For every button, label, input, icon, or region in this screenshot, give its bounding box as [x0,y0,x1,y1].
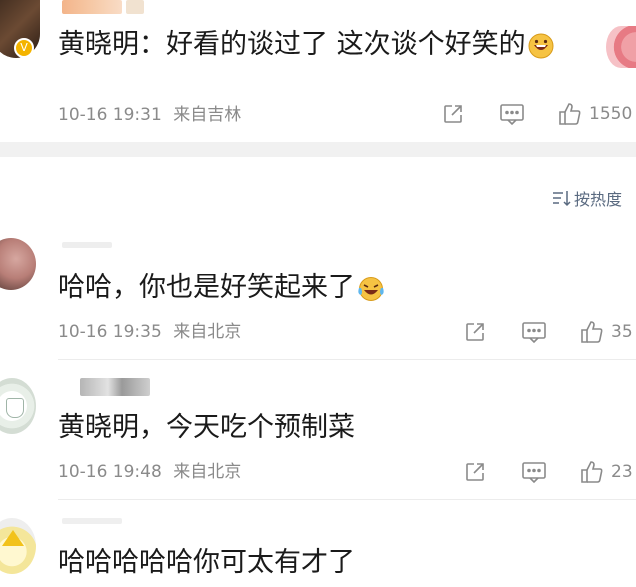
crown-icon [2,530,24,546]
comment-text: 黄晓明：好看的谈过了 这次谈个好笑的 [58,28,554,62]
share-icon [466,323,484,341]
comment-divider [58,499,636,500]
like-count: 1550 [589,104,633,124]
cup-icon [6,398,24,418]
fan-decoration-icon [606,26,636,68]
share-button[interactable] [463,460,487,484]
sort-label: 按热度 [574,190,623,209]
comment-button[interactable] [521,460,547,484]
comment-text: 黄晓明，今天吃个预制菜 [58,412,355,443]
comment-icon [522,322,546,344]
comment-meta: 10-16 19:35 来自北京 [58,321,241,343]
comment-text: 哈哈哈哈哈你可太有才了 [58,547,355,578]
share-icon [466,463,484,481]
comment-time: 10-16 19:31 [58,105,162,125]
thumbs-up-icon [581,321,603,343]
username[interactable] [62,0,122,14]
like-count: 23 [611,462,633,482]
comment-time: 10-16 19:35 [58,322,162,342]
comment-time: 10-16 19:48 [58,462,162,482]
comment-button[interactable] [499,102,525,126]
share-button[interactable] [441,102,465,126]
comment-icon [522,462,546,484]
share-icon [444,105,462,123]
thumbs-up-icon [581,461,603,483]
comment-text: 哈哈，你也是好笑起来了 [58,271,385,305]
comment-location: 来自北京 [173,322,242,342]
user-level-badge [126,0,144,14]
avatar[interactable] [0,518,36,574]
comment-meta: 10-16 19:31 来自吉林 [58,104,241,126]
comment-meta: 10-16 19:48 来自北京 [58,461,241,483]
sort-button[interactable]: 按热度 [552,186,622,210]
comment-location: 来自北京 [173,462,242,482]
username[interactable] [80,378,150,396]
like-button[interactable]: 1550 [557,101,632,127]
comment-location: 来自吉林 [173,105,242,125]
sort-icon [553,191,571,207]
share-button[interactable] [463,320,487,344]
username[interactable] [62,518,122,524]
avatar[interactable] [0,238,36,290]
verified-badge-icon: V [14,38,34,58]
section-divider [0,142,636,157]
like-count: 35 [611,322,633,342]
comment-button[interactable] [521,320,547,344]
comment-icon [500,104,524,126]
like-button[interactable]: 35 [579,319,633,345]
thumbs-up-icon [559,103,581,125]
comment-divider [58,359,636,360]
username[interactable] [62,242,112,248]
like-button[interactable]: 23 [579,459,633,485]
laughing-tears-emoji [358,276,384,301]
grinning-emoji [528,33,554,58]
